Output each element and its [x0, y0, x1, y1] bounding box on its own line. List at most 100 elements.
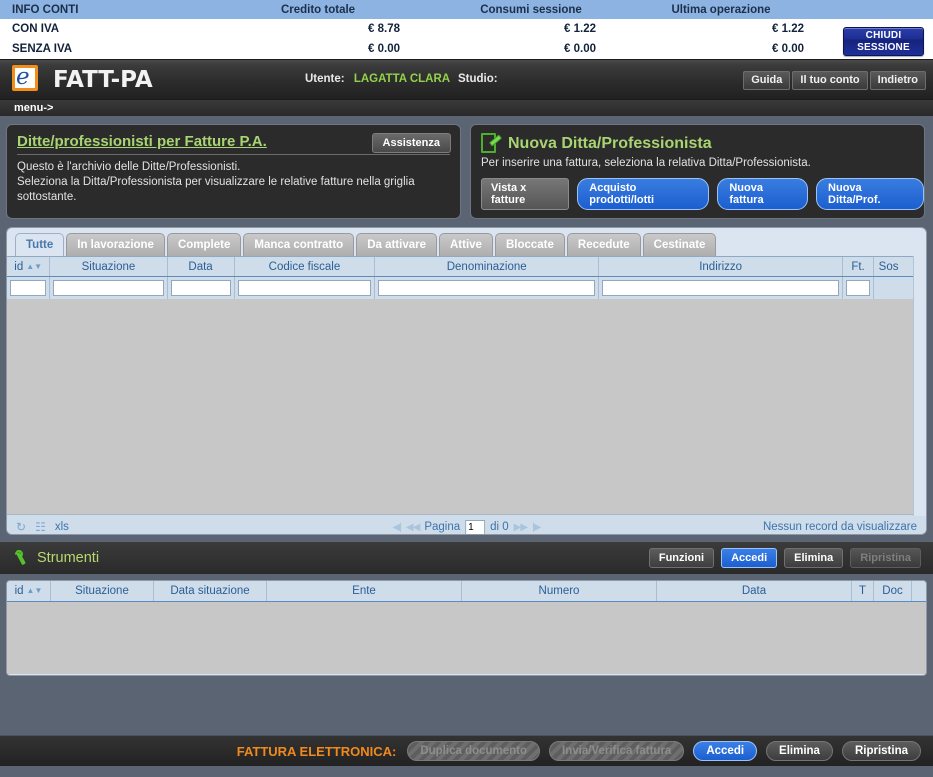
fattura-accedi-button[interactable]: Accedi — [693, 741, 758, 761]
invia-verifica-fattura-button: Invia/Verifica fattura — [549, 741, 685, 761]
grid2-col-data-situazione[interactable]: Data situazione — [154, 581, 267, 601]
grid1-scrollbar[interactable] — [913, 256, 926, 516]
filter-input-id[interactable] — [10, 280, 47, 296]
chiudi-sessione-button[interactable]: CHIUDI SESSIONE — [843, 27, 924, 56]
strumenti-toolbar: Strumenti Funzioni Accedi Elimina Ripris… — [0, 541, 933, 574]
nuova-ditta-prof-button[interactable]: Nuova Ditta/Prof. — [816, 178, 924, 210]
header-user-value: LAGATTA CLARA — [353, 73, 451, 85]
filter-input-codice-fiscale[interactable] — [237, 280, 372, 296]
grid1-col-sos[interactable]: Sos — [874, 257, 904, 276]
fattura-elettronica-label: FATTURA ELETTRONICA: — [236, 743, 397, 759]
row-ultima-operazione: € 1.22 — [772, 23, 804, 35]
grid1-col-id[interactable]: id ▲▼ — [7, 257, 51, 276]
ditte-panel-line3: sottostante. — [17, 191, 77, 203]
grid2-col-situazione[interactable]: Situazione — [51, 581, 154, 601]
row-label: CON IVA — [12, 23, 60, 35]
indietro-button[interactable]: Indietro — [869, 71, 926, 90]
prev-page-icon[interactable]: ◀◀ — [406, 522, 420, 533]
accedi-button[interactable]: Accedi — [721, 548, 778, 568]
grid1-col-indirizzo[interactable]: Indirizzo — [599, 257, 844, 276]
grid1-pager: ◀| ◀◀ Pagina di 0 ▶▶ |▶ — [393, 519, 541, 534]
chiudi-sessione-line1: CHIUDI — [865, 30, 902, 41]
filter-input-data[interactable] — [170, 280, 231, 296]
tab-cestinate[interactable]: Cestinate — [642, 233, 717, 256]
app-title: FATT-PA — [53, 66, 153, 93]
grid2-body — [7, 602, 926, 674]
row-ultima-operazione: € 0.00 — [772, 43, 804, 55]
elimina-button[interactable]: Elimina — [784, 548, 844, 568]
acquisto-prodotti-lotti-button[interactable]: Acquisto prodotti/lotti — [577, 178, 710, 210]
guida-button[interactable]: Guida — [743, 71, 791, 90]
sort-icon: ▲▼ — [26, 585, 43, 595]
nuova-fattura-button[interactable]: Nuova fattura — [717, 178, 809, 210]
pager-page-input[interactable] — [465, 519, 486, 534]
grid2-col-ente[interactable]: Ente — [267, 581, 462, 601]
breadcrumb-menu[interactable]: menu-> — [0, 99, 933, 116]
info-conti-panel: INFO CONTI Credito totale Consumi sessio… — [0, 0, 933, 59]
row-consumi-sessione: € 1.22 — [564, 23, 596, 35]
panels-row: Ditte/professionisti per Fatture P.A. As… — [6, 124, 927, 219]
first-page-icon[interactable]: ◀| — [393, 522, 402, 533]
grid1-status-text: Nessun record da visualizzare — [762, 521, 917, 533]
refresh-icon[interactable]: ↻ — [16, 520, 26, 534]
last-page-icon[interactable]: |▶ — [532, 522, 541, 533]
filter-input-situazione[interactable] — [53, 280, 164, 296]
tab-bloccate[interactable]: Bloccate — [494, 233, 565, 256]
assistenza-button[interactable]: Assistenza — [371, 133, 451, 153]
grid2-col-doc[interactable]: Doc — [874, 581, 912, 601]
next-page-icon[interactable]: ▶▶ — [514, 522, 528, 533]
filter-input-denominazione[interactable] — [378, 280, 595, 296]
fattura-elimina-button[interactable]: Elimina — [766, 741, 833, 761]
grid1-col-codice-fiscale[interactable]: Codice fiscale — [235, 257, 376, 276]
grid1-body — [7, 299, 926, 515]
info-conti-row-con-iva: CON IVA € 8.78 € 1.22 € 1.22 — [0, 19, 933, 39]
export-icon[interactable]: ☷ — [35, 520, 46, 534]
nuova-ditta-buttons: Vista x fatture Acquisto prodotti/lotti … — [481, 178, 924, 210]
strumenti-buttons: Funzioni Accedi Elimina Ripristina — [648, 548, 921, 568]
ditte-panel-line2: Seleziona la Ditta/Professionista per vi… — [17, 176, 415, 188]
grid2-col-numero[interactable]: Numero — [462, 581, 657, 601]
bottom-strip — [0, 766, 933, 777]
filter-input-ft[interactable] — [846, 280, 870, 296]
grid2-header-row: id ▲▼ Situazione Data situazione Ente Num… — [7, 581, 926, 602]
funzioni-button[interactable]: Funzioni — [648, 548, 715, 568]
vista-x-fatture-button[interactable]: Vista x fatture — [481, 178, 570, 210]
body-area: Ditte/professionisti per Fatture P.A. As… — [0, 116, 933, 676]
header-user-label: Utente: — [305, 73, 345, 85]
tab-tutte[interactable]: Tutte — [15, 233, 65, 256]
grid2-col-t[interactable]: T — [852, 581, 874, 601]
grid2-col-spacer — [912, 581, 926, 601]
row-credito-totale: € 8.78 — [368, 23, 400, 35]
row-label: SENZA IVA — [12, 43, 73, 55]
tab-in-lavorazione[interactable]: In lavorazione — [66, 233, 165, 256]
nuova-ditta-title: Nuova Ditta/Professionista — [508, 134, 712, 152]
header-studio-label: Studio: — [458, 73, 498, 85]
grid-tabs: Tutte In lavorazione Complete Manca cont… — [7, 228, 926, 256]
tab-recedute[interactable]: Recedute — [566, 233, 641, 256]
nuova-ditta-title-row: Nuova Ditta/Professionista — [481, 133, 914, 154]
grid1-col-situazione[interactable]: Situazione — [50, 257, 168, 276]
tab-attive[interactable]: Attive — [439, 233, 493, 256]
tab-manca-contratto[interactable]: Manca contratto — [243, 233, 355, 256]
app-header: e FATT-PA Utente: LAGATTA CLARA Studio: … — [0, 59, 933, 99]
filter-input-indirizzo[interactable] — [601, 280, 840, 296]
grid1-col-ft[interactable]: Ft. — [843, 257, 874, 276]
grid1-footer: ↻ ☷ xls ◀| ◀◀ Pagina di 0 ▶▶ |▶ Nessun r… — [7, 515, 926, 534]
grid2-col-data[interactable]: Data — [657, 581, 852, 601]
ditte-panel-line1: Questo è l'archivio delle Ditte/Professi… — [17, 161, 241, 173]
grid2-col-id[interactable]: id ▲▼ — [7, 581, 51, 601]
tab-da-attivare[interactable]: Da attivare — [356, 233, 437, 256]
ripristina-button: Ripristina — [850, 548, 921, 568]
grid1-col-data[interactable]: Data — [168, 257, 235, 276]
il-tuo-conto-button[interactable]: Il tuo conto — [792, 71, 868, 90]
new-document-icon — [481, 133, 503, 154]
grid1-header-row: id ▲▼ Situazione Data Codice fiscale Deno… — [7, 256, 926, 277]
chiudi-sessione-line2: SESSIONE — [857, 42, 910, 53]
pager-of-label: di 0 — [490, 521, 509, 533]
export-xls-label[interactable]: xls — [55, 521, 69, 533]
tab-complete[interactable]: Complete — [166, 233, 242, 256]
grid1-col-denominazione[interactable]: Denominazione — [375, 257, 599, 276]
header-user: Utente: LAGATTA CLARA — [305, 73, 450, 85]
fattura-ripristina-button[interactable]: Ripristina — [841, 741, 921, 761]
strumenti-title: Strumenti — [37, 550, 100, 566]
